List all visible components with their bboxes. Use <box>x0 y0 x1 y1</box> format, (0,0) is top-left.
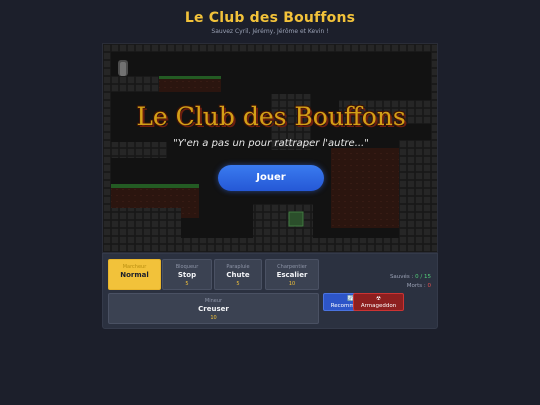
control-panel: Marcheur Normal Bloqueur Stop 5 Paraplui… <box>102 253 438 329</box>
saved-value: 0 / 15 <box>415 274 431 280</box>
game-canvas[interactable]: Le Club des Bouffons "Y'en a pas un pour… <box>102 43 438 253</box>
armageddon-button[interactable]: ☢ Armageddon <box>353 293 404 311</box>
tool-count: 10 <box>210 315 217 321</box>
page-subtitle: Sauvez Cyril, Jérémy, Jérôme et Kevin ! <box>211 28 329 35</box>
saved-counter: Sauvés : 0 / 15 <box>390 273 431 282</box>
tool-count: 10 <box>288 281 296 287</box>
page-title: Le Club des Bouffons <box>184 10 356 26</box>
dead-label: Morts : <box>406 283 426 289</box>
tool-name: Marcheur <box>122 264 147 270</box>
tool-label: Chute <box>226 271 250 279</box>
tool-chute[interactable]: Parapluie Chute 5 <box>214 259 262 290</box>
game-title: Le Club des Bouffons <box>136 102 406 131</box>
stats: Sauvés : 0 / 15 Morts : 0 <box>390 273 431 291</box>
tool-label: Normal <box>120 271 149 279</box>
tool-name: Mineur <box>204 298 223 304</box>
game-tagline: "Y'en a pas un pour rattraper l'autre...… <box>173 138 369 149</box>
tool-name: Charpentier <box>277 264 307 270</box>
tool-escalier[interactable]: Charpentier Escalier 10 <box>265 259 319 290</box>
title-overlay: Le Club des Bouffons "Y'en a pas un pour… <box>103 44 437 252</box>
page-header: Le Club des Bouffons Sauvez Cyril, Jérém… <box>0 10 540 35</box>
armageddon-label: Armageddon <box>360 303 397 309</box>
tool-label: Escalier <box>276 271 308 279</box>
tool-label: Stop <box>177 271 197 279</box>
tool-creuser[interactable]: Mineur Creuser 10 <box>108 293 319 324</box>
play-button[interactable]: Jouer <box>218 165 324 191</box>
tool-name: Parapluie <box>226 264 250 270</box>
tool-label: Creuser <box>198 305 229 313</box>
tool-stop[interactable]: Bloqueur Stop 5 <box>162 259 212 290</box>
tool-count: 5 <box>236 281 240 287</box>
dead-value: 0 <box>427 283 432 289</box>
tool-normal[interactable]: Marcheur Normal <box>108 259 161 290</box>
tool-name: Bloqueur <box>175 264 199 270</box>
armageddon-icon: ☢ <box>376 296 381 302</box>
dead-counter: Morts : 0 <box>390 282 431 291</box>
saved-label: Sauvés : <box>389 274 414 280</box>
tool-count: 5 <box>185 281 189 287</box>
